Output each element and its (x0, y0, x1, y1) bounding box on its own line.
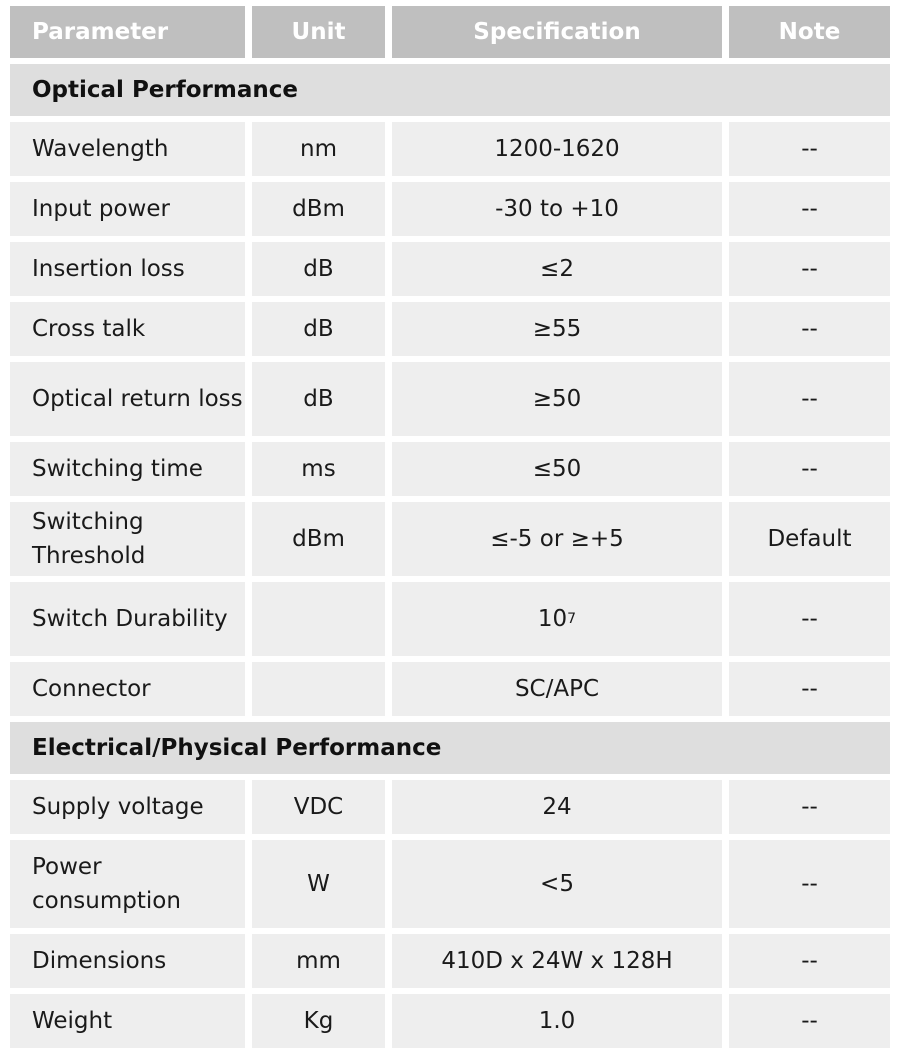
spec-base: 10 (537, 606, 568, 632)
table-row: Cross talk dB ≥55 -- (10, 302, 890, 356)
note-cell: -- (729, 934, 890, 988)
spec-cell: 10 7 (392, 582, 722, 656)
note-cell: -- (729, 182, 890, 236)
spec-cell: ≥55 (392, 302, 722, 356)
parameter-cell: Weight (10, 994, 245, 1048)
header-parameter: Parameter (10, 6, 245, 58)
header-note: Note (729, 6, 890, 58)
unit-cell: dB (252, 242, 385, 296)
table-row: Connector SC/APC -- (10, 662, 890, 716)
table-row: Switch Durability 10 7 -- (10, 582, 890, 656)
unit-cell: dB (252, 362, 385, 436)
unit-cell: dB (252, 302, 385, 356)
unit-cell: W (252, 840, 385, 928)
note-cell: -- (729, 442, 890, 496)
table-row: Optical return loss dB ≥50 -- (10, 362, 890, 436)
parameter-cell: Switching Threshold (10, 502, 245, 576)
unit-cell: dBm (252, 502, 385, 576)
parameter-cell: Input power (10, 182, 245, 236)
note-cell: -- (729, 994, 890, 1048)
note-cell: -- (729, 780, 890, 834)
note-cell: -- (729, 840, 890, 928)
table-row: Wavelength nm 1200-1620 -- (10, 122, 890, 176)
unit-cell (252, 662, 385, 716)
unit-cell: VDC (252, 780, 385, 834)
parameter-cell: Connector (10, 662, 245, 716)
spec-cell: ≥50 (392, 362, 722, 436)
table-row: Dimensions mm 410D x 24W x 128H -- (10, 934, 890, 988)
parameter-cell: Switching time (10, 442, 245, 496)
spec-cell: 410D x 24W x 128H (392, 934, 722, 988)
spec-cell: <5 (392, 840, 722, 928)
spec-cell: SC/APC (392, 662, 722, 716)
spec-cell: 24 (392, 780, 722, 834)
table-row: Switching time ms ≤50 -- (10, 442, 890, 496)
unit-cell: nm (252, 122, 385, 176)
spec-cell: ≤-5 or ≥+5 (392, 502, 722, 576)
note-cell: -- (729, 362, 890, 436)
unit-cell: Kg (252, 994, 385, 1048)
parameter-cell: Power consumption (10, 840, 245, 928)
unit-cell: dBm (252, 182, 385, 236)
note-cell: Default (729, 502, 890, 576)
parameter-cell: Cross talk (10, 302, 245, 356)
note-cell: -- (729, 662, 890, 716)
section-header-optical: Optical Performance (10, 64, 890, 116)
spec-cell: ≤50 (392, 442, 722, 496)
spec-cell: ≤2 (392, 242, 722, 296)
note-cell: -- (729, 302, 890, 356)
note-cell: -- (729, 122, 890, 176)
table-row: Switching Threshold dBm ≤-5 or ≥+5 Defau… (10, 502, 890, 576)
parameter-cell: Switch Durability (10, 582, 245, 656)
spec-cell: 1.0 (392, 994, 722, 1048)
parameter-cell: Wavelength (10, 122, 245, 176)
note-cell: -- (729, 582, 890, 656)
table-row: Weight Kg 1.0 -- (10, 994, 890, 1048)
unit-cell: mm (252, 934, 385, 988)
table-header-row: Parameter Unit Specification Note (10, 6, 890, 58)
spec-cell: -30 to +10 (392, 182, 722, 236)
spec-cell: 1200-1620 (392, 122, 722, 176)
parameter-cell: Insertion loss (10, 242, 245, 296)
parameter-cell: Optical return loss (10, 362, 245, 436)
unit-cell: ms (252, 442, 385, 496)
table-row: Input power dBm -30 to +10 -- (10, 182, 890, 236)
parameter-cell: Supply voltage (10, 780, 245, 834)
unit-cell (252, 582, 385, 656)
table-row: Power consumption W <5 -- (10, 840, 890, 928)
table-row: Supply voltage VDC 24 -- (10, 780, 890, 834)
header-specification: Specification (392, 6, 722, 58)
parameter-cell: Dimensions (10, 934, 245, 988)
note-cell: -- (729, 242, 890, 296)
spec-table: Parameter Unit Specification Note Optica… (10, 6, 890, 1054)
header-unit: Unit (252, 6, 385, 58)
table-row: Insertion loss dB ≤2 -- (10, 242, 890, 296)
section-header-electrical: Electrical/Physical Performance (10, 722, 890, 774)
